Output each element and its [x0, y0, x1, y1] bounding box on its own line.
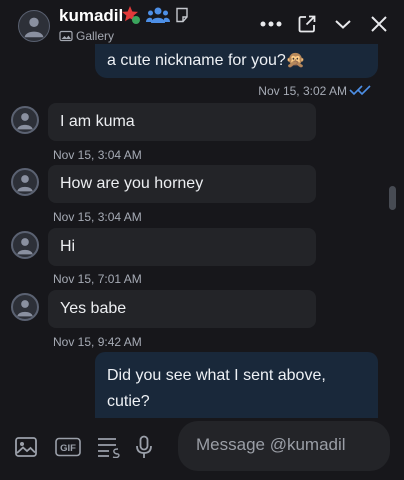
message-timestamp: Nov 15, 9:42 AM	[53, 335, 142, 349]
outgoing-message[interactable]: Did you see what I sent above, cutie?	[95, 352, 378, 418]
read-ticks-icon	[349, 85, 371, 96]
outgoing-message[interactable]: a cute nickname for you?🙊	[95, 44, 378, 78]
sender-avatar[interactable]	[11, 293, 39, 321]
list-button[interactable]	[96, 434, 122, 460]
group-badge-icon	[146, 7, 170, 23]
contact-name[interactable]: kumadil	[59, 6, 123, 26]
incoming-message[interactable]: How are you horney	[48, 165, 316, 203]
gallery-link[interactable]: Gallery	[59, 29, 114, 43]
incoming-message[interactable]: Yes babe	[48, 290, 316, 328]
image-button[interactable]	[13, 434, 39, 460]
sender-avatar[interactable]	[11, 168, 39, 196]
avatar-person-icon	[17, 300, 33, 317]
message-timestamp: Nov 15, 3:04 AM	[53, 210, 142, 224]
more-button[interactable]	[260, 12, 282, 36]
message-text: a cute nickname for you?🙊	[107, 52, 306, 69]
microphone-icon	[136, 435, 152, 458]
message-input-container[interactable]	[178, 421, 390, 471]
sender-avatar[interactable]	[11, 231, 39, 259]
image-icon	[15, 437, 37, 457]
close-button[interactable]	[368, 12, 390, 36]
contact-avatar[interactable]	[18, 10, 50, 42]
popout-button[interactable]	[296, 12, 318, 36]
voice-button[interactable]	[131, 434, 157, 460]
message-text: Yes babe	[60, 300, 127, 317]
message-input[interactable]	[196, 435, 382, 455]
message-text: I am kuma	[60, 113, 135, 130]
scrollbar-thumb[interactable]	[389, 186, 396, 210]
avatar-person-icon	[24, 17, 44, 38]
collapse-button[interactable]	[332, 12, 354, 36]
gif-icon: GIF	[55, 437, 81, 457]
avatar-person-icon	[17, 238, 33, 255]
message-timestamp: Nov 15, 7:01 AM	[53, 272, 142, 286]
message-text: Hi	[60, 238, 76, 255]
popout-icon	[298, 15, 316, 33]
message-text: How are you horney	[60, 175, 204, 192]
incoming-message[interactable]: Hi	[48, 228, 316, 266]
close-icon	[371, 16, 387, 32]
sender-avatar[interactable]	[11, 106, 39, 134]
gallery-icon	[59, 30, 73, 42]
list-icon	[98, 438, 120, 458]
chevron-down-icon	[335, 20, 351, 29]
star-badge-icon	[122, 6, 140, 24]
header-actions	[260, 12, 390, 36]
avatar-person-icon	[17, 113, 33, 130]
incoming-message[interactable]: I am kuma	[48, 103, 316, 141]
chat-header: kumadil Gallery	[0, 0, 404, 50]
gallery-label: Gallery	[76, 29, 115, 43]
note-icon[interactable]	[175, 7, 189, 23]
gif-label: GIF	[60, 443, 76, 454]
contact-badges	[121, 5, 189, 25]
avatar-person-icon	[17, 175, 33, 192]
message-timestamp: Nov 15, 3:02 AM	[258, 84, 347, 98]
more-icon	[260, 21, 282, 27]
gif-button[interactable]: GIF	[55, 434, 81, 460]
message-timestamp: Nov 15, 3:04 AM	[53, 148, 142, 162]
message-text: Did you see what I sent above, cutie?	[107, 367, 326, 410]
